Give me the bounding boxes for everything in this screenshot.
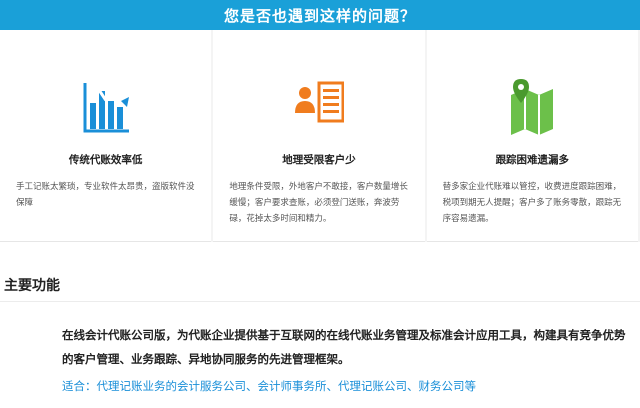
card-title: 传统代账效率低 — [68, 154, 143, 166]
card-title: 跟踪困难遗漏多 — [495, 154, 570, 166]
suitable-for-text: 适合：代理记账业务的会计服务公司、会计师事务所、代理记账公司、财务公司等 — [62, 379, 476, 393]
map-pin-icon — [511, 79, 554, 135]
card-description: 替多家企业代账难以管控，收费进度跟踪困难，税项到期无人提醒；客户多了账务零散，跟… — [442, 182, 622, 224]
problem-cards: 传统代账效率低 手工记账太繁琐，专业软件太昂贵，盗版软件没保障 地理受限客户少 … — [0, 30, 640, 242]
card-title: 地理受限客户少 — [282, 154, 356, 166]
problem-card-efficiency: 传统代账效率低 手工记账太繁琐，专业软件太昂贵，盗版软件没保障 — [0, 30, 212, 242]
banner-title: 您是否也遇到这样的问题？ — [223, 6, 416, 25]
problem-card-tracking: 跟踪困难遗漏多 替多家企业代账难以管控，收费进度跟踪困难，税项到期无人提醒；客户… — [426, 30, 638, 242]
main-description: 在线会计代账公司版，为代账企业提供基于互联网的在线代账业务管理及标准会计应用工具… — [62, 328, 626, 366]
card-description: 地理条件受限，外地客户不敢接，客户数量增长缓慢；客户要求查账，必须登门送账，奔波… — [229, 182, 408, 224]
bar-chart-decline-icon — [83, 83, 129, 133]
top-banner: 您是否也遇到这样的问题？ — [0, 0, 640, 30]
section-divider — [0, 301, 640, 302]
problem-card-location: 地理受限客户少 地理条件受限，外地客户不敢接，客户数量增长缓慢；客户要求查账，必… — [213, 30, 425, 242]
card-description: 手工记账太繁琐，专业软件太昂贵，盗版软件没保障 — [16, 182, 195, 208]
user-list-icon — [294, 81, 344, 123]
section-title: 主要功能 — [4, 278, 60, 294]
